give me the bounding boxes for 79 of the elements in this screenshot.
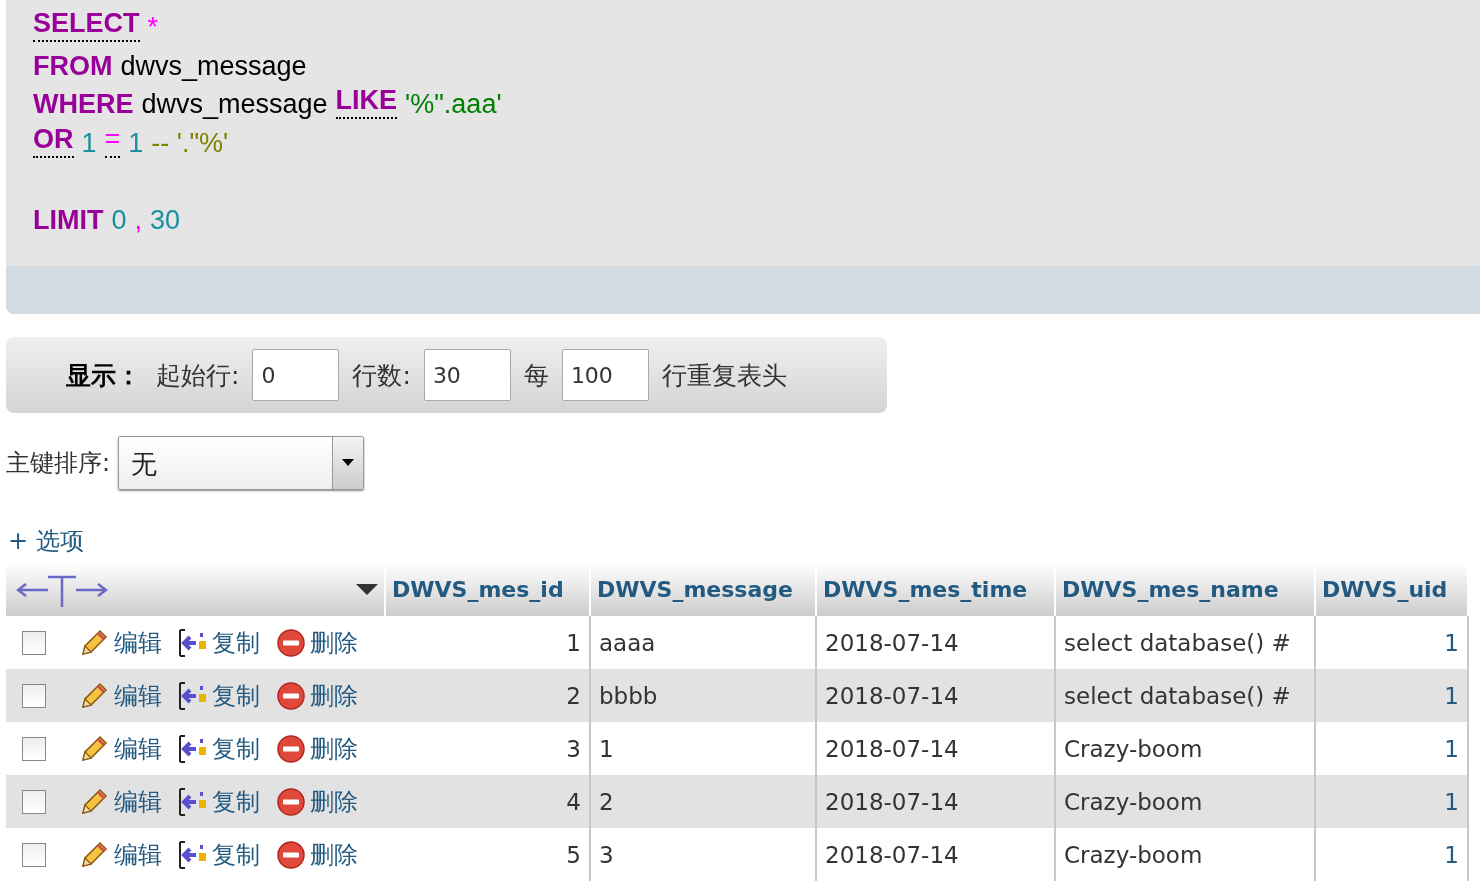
- table-cell: 3: [590, 828, 816, 881]
- row-count-label: 行数:: [352, 359, 411, 392]
- row-checkbox[interactable]: [22, 630, 46, 655]
- column-header[interactable]: DWVS_message: [590, 563, 816, 616]
- sql-token: -- '."%': [151, 126, 229, 160]
- column-header[interactable]: DWVS_mes_id: [385, 563, 590, 616]
- minus-circle-icon[interactable]: [276, 627, 306, 658]
- sql-token: LIMIT: [33, 203, 104, 237]
- row-action-link[interactable]: 编辑: [114, 732, 162, 765]
- table-cell: 4: [385, 775, 590, 828]
- table-cell: 2: [590, 775, 816, 828]
- row-action-link[interactable]: 删除: [310, 785, 358, 818]
- table-cell: Crazy-boom: [1055, 828, 1315, 881]
- row-count-field[interactable]: 30: [423, 349, 511, 401]
- row-checkbox[interactable]: [22, 789, 46, 814]
- row-action-link[interactable]: 复制: [212, 732, 260, 765]
- copy-arrow-icon[interactable]: [178, 679, 208, 712]
- sql-token: dwvs_message: [141, 88, 328, 121]
- table-cell: 2018-07-14: [816, 828, 1055, 881]
- start-row-label: 起始行:: [156, 359, 240, 392]
- column-header[interactable]: DWVS_mes_name: [1055, 563, 1315, 616]
- repeat-header-label: 行重复表头: [661, 359, 787, 392]
- sql-token: ,: [134, 203, 143, 237]
- sql-token[interactable]: LIKE: [335, 85, 398, 119]
- table-cell: select database() #: [1055, 669, 1315, 722]
- row-action-link[interactable]: 删除: [310, 626, 358, 659]
- every-label: 每: [523, 359, 549, 392]
- row-action-link[interactable]: 编辑: [114, 838, 162, 871]
- sql-token: WHERE: [33, 88, 134, 121]
- row-checkbox[interactable]: [22, 842, 46, 867]
- row-action-link[interactable]: 删除: [310, 679, 358, 712]
- copy-arrow-icon[interactable]: [178, 626, 208, 659]
- column-header[interactable]: DWVS_uid: [1315, 563, 1468, 616]
- sql-token[interactable]: OR: [33, 123, 74, 158]
- sql-token: FROM: [33, 49, 113, 83]
- row-action-link[interactable]: 编辑: [114, 679, 162, 712]
- repeat-header-field[interactable]: 100: [561, 349, 649, 401]
- table-cell: 5: [385, 828, 590, 881]
- sql-token: 0: [111, 203, 127, 237]
- minus-circle-icon[interactable]: [276, 733, 306, 764]
- sql-token: *: [147, 11, 159, 44]
- table-cell: bbbb: [590, 669, 816, 722]
- minus-circle-icon[interactable]: [276, 786, 306, 817]
- column-header[interactable]: DWVS_mes_time: [816, 563, 1055, 616]
- sql-token: '%".aaa': [405, 88, 502, 121]
- minus-circle-icon[interactable]: [276, 839, 306, 870]
- row-action-link[interactable]: 编辑: [114, 785, 162, 818]
- sql-token: dwvs_message: [120, 49, 307, 83]
- sql-token: 30: [150, 203, 181, 237]
- row-action-link[interactable]: 删除: [310, 732, 358, 765]
- table-cell: Crazy-boom: [1055, 775, 1315, 828]
- copy-arrow-icon[interactable]: [178, 838, 208, 871]
- sql-token[interactable]: SELECT: [33, 8, 140, 42]
- sort-dropdown[interactable]: 无: [118, 436, 365, 490]
- table-cell: 1: [1315, 669, 1468, 722]
- sort-triangle-icon[interactable]: [356, 583, 378, 596]
- row-checkbox[interactable]: [22, 683, 46, 708]
- table-cell: 2018-07-14: [816, 775, 1055, 828]
- sort-label: 主键排序:: [6, 448, 111, 479]
- row-action-link[interactable]: 复制: [212, 838, 260, 871]
- dropdown-caret-icon[interactable]: [332, 437, 364, 489]
- start-row-field[interactable]: 0: [252, 349, 340, 401]
- copy-arrow-icon[interactable]: [178, 732, 208, 765]
- row-action-link[interactable]: 复制: [212, 679, 260, 712]
- row-checkbox[interactable]: [22, 736, 46, 761]
- table-cell: 1: [1315, 828, 1468, 881]
- display-label: 显示：: [66, 359, 141, 392]
- row-action-link[interactable]: 编辑: [114, 626, 162, 659]
- table-cell: 2018-07-14: [816, 669, 1055, 722]
- row-action-link[interactable]: 删除: [310, 838, 358, 871]
- sql-token: 1: [128, 126, 144, 160]
- minus-circle-icon[interactable]: [276, 680, 306, 711]
- sql-token: 1: [81, 126, 97, 160]
- copy-arrow-icon[interactable]: [178, 785, 208, 818]
- row-action-link[interactable]: 复制: [212, 785, 260, 818]
- options-link[interactable]: + 选项: [8, 527, 84, 555]
- table-cell: 2: [385, 669, 590, 722]
- table-cell: 1: [1315, 775, 1468, 828]
- row-action-link[interactable]: 复制: [212, 626, 260, 659]
